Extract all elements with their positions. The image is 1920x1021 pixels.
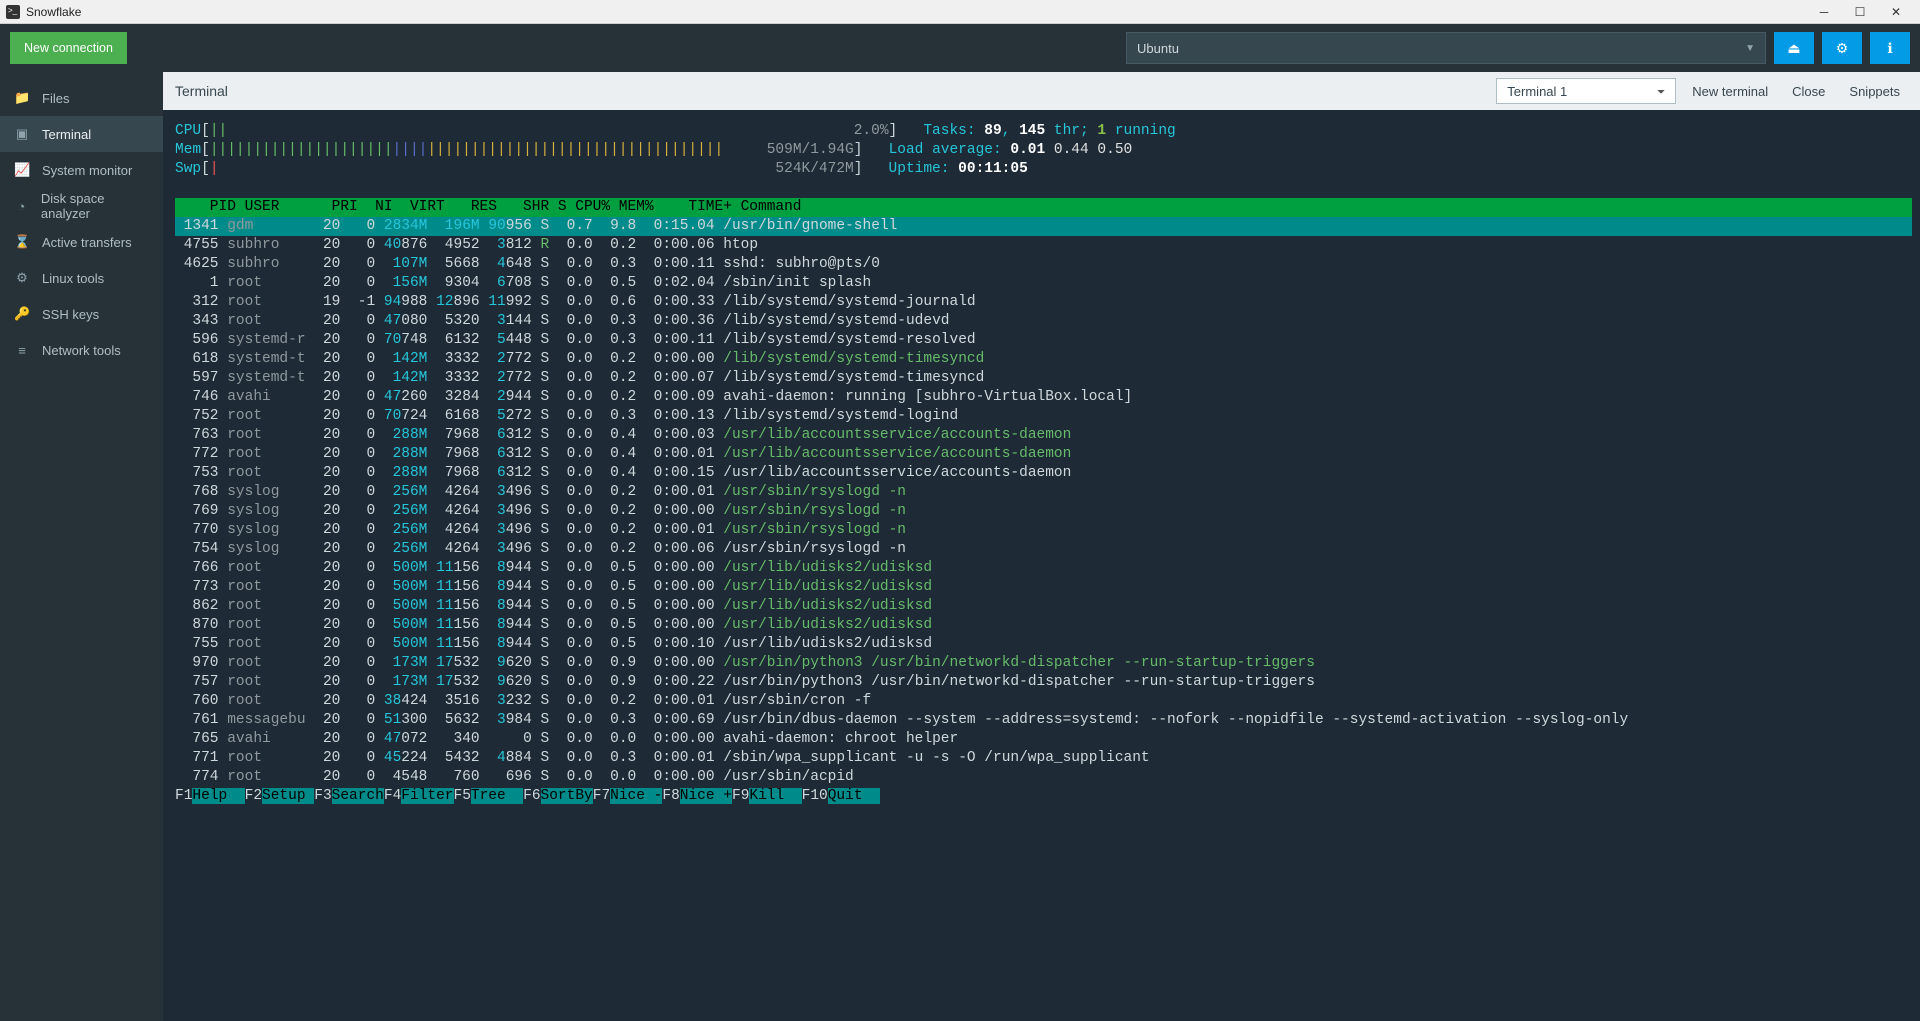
sidebar-item-files[interactable]: 📁 Files (0, 80, 163, 116)
process-row[interactable]: 765 avahi 20 0 47072 340 0 S 0.0 0.0 0:0… (175, 730, 1912, 749)
process-row[interactable]: 312 root 19 -1 94988 12896 11992 S 0.0 0… (175, 293, 1912, 312)
process-row[interactable]: 343 root 20 0 47080 5320 3144 S 0.0 0.3 … (175, 312, 1912, 331)
process-row[interactable]: 1341 gdm 20 0 2834M 196M 90956 S 0.7 9.8… (175, 217, 1912, 236)
process-row[interactable]: 766 root 20 0 500M 11156 8944 S 0.0 0.5 … (175, 559, 1912, 578)
sidebar-item-disk-space-analyzer[interactable]: ◔ Disk space analyzer (0, 188, 163, 224)
connection-selected-label: Ubuntu (1137, 41, 1179, 56)
chevron-down-icon: ▼ (1745, 43, 1755, 54)
process-row[interactable]: 769 syslog 20 0 256M 4264 3496 S 0.0 0.2… (175, 502, 1912, 521)
sidebar-item-label: Files (42, 91, 69, 106)
connection-select[interactable]: Ubuntu ▼ (1126, 32, 1766, 64)
info-icon: ℹ (1887, 40, 1892, 57)
settings-button[interactable]: ⚙ (1822, 32, 1862, 64)
process-row[interactable]: 771 root 20 0 45224 5432 4884 S 0.0 0.3 … (175, 749, 1912, 768)
sidebar-icon: ◔ (14, 199, 29, 214)
close-window-button[interactable]: ✕ (1878, 0, 1914, 24)
sidebar-icon: 📁 (14, 90, 30, 106)
process-row[interactable]: 970 root 20 0 173M 17532 9620 S 0.0 0.9 … (175, 654, 1912, 673)
sidebar-icon: ▣ (14, 126, 30, 142)
disconnect-button[interactable]: ⏏ (1774, 32, 1814, 64)
info-button[interactable]: ℹ (1870, 32, 1910, 64)
content-header: Terminal Terminal 1 New terminal Close S… (163, 72, 1920, 110)
sidebar-item-label: SSH keys (42, 307, 99, 322)
sidebar-item-active-transfers[interactable]: ⌛ Active transfers (0, 224, 163, 260)
process-row[interactable]: 870 root 20 0 500M 11156 8944 S 0.0 0.5 … (175, 616, 1912, 635)
sidebar: 📁 Files ▣ Terminal 📈 System monitor ◔ Disk spac… (0, 72, 163, 1021)
process-row[interactable]: 760 root 20 0 38424 3516 3232 S 0.0 0.2 … (175, 692, 1912, 711)
gear-icon: ⚙ (1836, 40, 1849, 57)
process-row[interactable]: 746 avahi 20 0 47260 3284 2944 S 0.0 0.2… (175, 388, 1912, 407)
process-row[interactable]: 597 systemd-t 20 0 142M 3332 2772 S 0.0 … (175, 369, 1912, 388)
new-connection-button[interactable]: New connection (10, 32, 127, 64)
process-row[interactable]: 862 root 20 0 500M 11156 8944 S 0.0 0.5 … (175, 597, 1912, 616)
eject-icon: ⏏ (1787, 40, 1800, 57)
content-pane: Terminal Terminal 1 New terminal Close S… (163, 72, 1920, 1021)
process-row[interactable]: 1 root 20 0 156M 9304 6708 S 0.0 0.5 0:0… (175, 274, 1912, 293)
process-row[interactable]: 757 root 20 0 173M 17532 9620 S 0.0 0.9 … (175, 673, 1912, 692)
process-row[interactable]: 755 root 20 0 500M 11156 8944 S 0.0 0.5 … (175, 635, 1912, 654)
sidebar-item-label: Terminal (42, 127, 91, 142)
sidebar-item-label: Network tools (42, 343, 121, 358)
page-title: Terminal (175, 83, 228, 99)
window-titlebar: Snowflake ─ ☐ ✕ (0, 0, 1920, 24)
process-row[interactable]: 752 root 20 0 70724 6168 5272 S 0.0 0.3 … (175, 407, 1912, 426)
process-row[interactable]: 4625 subhro 20 0 107M 5668 4648 S 0.0 0.… (175, 255, 1912, 274)
sidebar-icon: ⌛ (14, 234, 30, 250)
sidebar-item-label: Active transfers (42, 235, 132, 250)
app-icon (6, 5, 20, 19)
process-row[interactable]: 768 syslog 20 0 256M 4264 3496 S 0.0 0.2… (175, 483, 1912, 502)
sidebar-item-linux-tools[interactable]: ⚙ Linux tools (0, 260, 163, 296)
sidebar-icon: ≡ (14, 343, 30, 358)
top-toolbar: New connection Ubuntu ▼ ⏏ ⚙ ℹ (0, 24, 1920, 72)
terminal-output[interactable]: CPU[|| 2.0%] Tasks: 89, 145 thr; 1 runni… (163, 110, 1920, 1021)
sidebar-icon: ⚙ (14, 270, 30, 286)
process-row[interactable]: 761 messagebu 20 0 51300 5632 3984 S 0.0… (175, 711, 1912, 730)
process-row[interactable]: 754 syslog 20 0 256M 4264 3496 S 0.0 0.2… (175, 540, 1912, 559)
sidebar-icon: 🔑 (14, 306, 30, 322)
process-row[interactable]: 770 syslog 20 0 256M 4264 3496 S 0.0 0.2… (175, 521, 1912, 540)
process-row[interactable]: 753 root 20 0 288M 7968 6312 S 0.0 0.4 0… (175, 464, 1912, 483)
process-row[interactable]: 774 root 20 0 4548 760 696 S 0.0 0.0 0:0… (175, 768, 1912, 787)
sidebar-item-label: Disk space analyzer (41, 191, 149, 221)
snippets-button[interactable]: Snippets (1841, 80, 1908, 103)
window-title: Snowflake (26, 5, 81, 19)
process-row[interactable]: 618 systemd-t 20 0 142M 3332 2772 S 0.0 … (175, 350, 1912, 369)
sidebar-item-ssh-keys[interactable]: 🔑 SSH keys (0, 296, 163, 332)
process-row[interactable]: 772 root 20 0 288M 7968 6312 S 0.0 0.4 0… (175, 445, 1912, 464)
process-row[interactable]: 596 systemd-r 20 0 70748 6132 5448 S 0.0… (175, 331, 1912, 350)
sidebar-item-system-monitor[interactable]: 📈 System monitor (0, 152, 163, 188)
maximize-button[interactable]: ☐ (1842, 0, 1878, 24)
sidebar-icon: 📈 (14, 162, 30, 178)
sidebar-item-terminal[interactable]: ▣ Terminal (0, 116, 163, 152)
process-row[interactable]: 773 root 20 0 500M 11156 8944 S 0.0 0.5 … (175, 578, 1912, 597)
new-terminal-button[interactable]: New terminal (1684, 80, 1776, 103)
minimize-button[interactable]: ─ (1806, 0, 1842, 24)
sidebar-item-network-tools[interactable]: ≡ Network tools (0, 332, 163, 368)
process-row[interactable]: 4755 subhro 20 0 40876 4952 3812 R 0.0 0… (175, 236, 1912, 255)
process-row[interactable]: 763 root 20 0 288M 7968 6312 S 0.0 0.4 0… (175, 426, 1912, 445)
close-terminal-button[interactable]: Close (1784, 80, 1833, 103)
htop-function-bar[interactable]: F1Help F2Setup F3SearchF4FilterF5Tree F6… (175, 787, 1912, 806)
terminal-select[interactable]: Terminal 1 (1496, 78, 1676, 104)
sidebar-item-label: Linux tools (42, 271, 104, 286)
sidebar-item-label: System monitor (42, 163, 132, 178)
